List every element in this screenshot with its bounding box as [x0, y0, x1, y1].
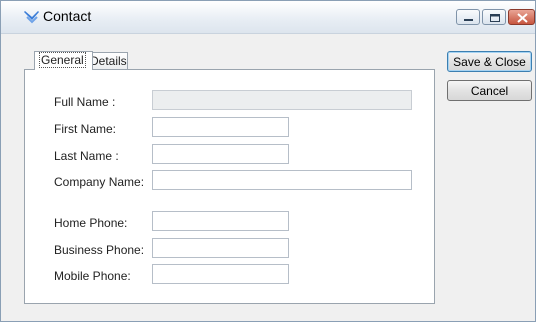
- home-phone-field[interactable]: [152, 211, 289, 231]
- tab-general[interactable]: General: [34, 51, 93, 70]
- last-name-field[interactable]: [152, 144, 289, 164]
- home-phone-label: Home Phone:: [54, 216, 128, 230]
- business-phone-field[interactable]: [152, 238, 289, 258]
- minimize-button[interactable]: [456, 9, 480, 25]
- window-title: Contact: [43, 8, 92, 24]
- close-button[interactable]: [508, 9, 535, 25]
- full-name-label: Full Name :: [54, 95, 116, 109]
- business-phone-label: Business Phone:: [54, 243, 145, 257]
- company-name-field[interactable]: [152, 170, 412, 190]
- mobile-phone-label: Mobile Phone:: [54, 269, 131, 283]
- full-name-field[interactable]: [152, 90, 412, 110]
- tab-general-label: General: [39, 52, 86, 68]
- tab-details-label: Details: [90, 54, 127, 68]
- close-icon: [517, 13, 528, 23]
- last-name-label: Last Name :: [54, 149, 119, 163]
- title-bar[interactable]: Contact: [1, 1, 535, 34]
- cancel-button[interactable]: Cancel: [447, 80, 532, 101]
- maximize-icon: [490, 14, 500, 22]
- minimize-icon: [464, 19, 473, 21]
- maximize-button[interactable]: [482, 9, 506, 25]
- save-close-button[interactable]: Save & Close: [447, 51, 532, 72]
- first-name-field[interactable]: [152, 117, 289, 137]
- contact-window: Contact General Details Full Name : Firs…: [0, 0, 536, 322]
- first-name-label: First Name:: [54, 122, 117, 136]
- mobile-phone-field[interactable]: [152, 264, 289, 284]
- company-name-label: Company Name:: [54, 175, 145, 189]
- contact-app-icon: [24, 11, 39, 24]
